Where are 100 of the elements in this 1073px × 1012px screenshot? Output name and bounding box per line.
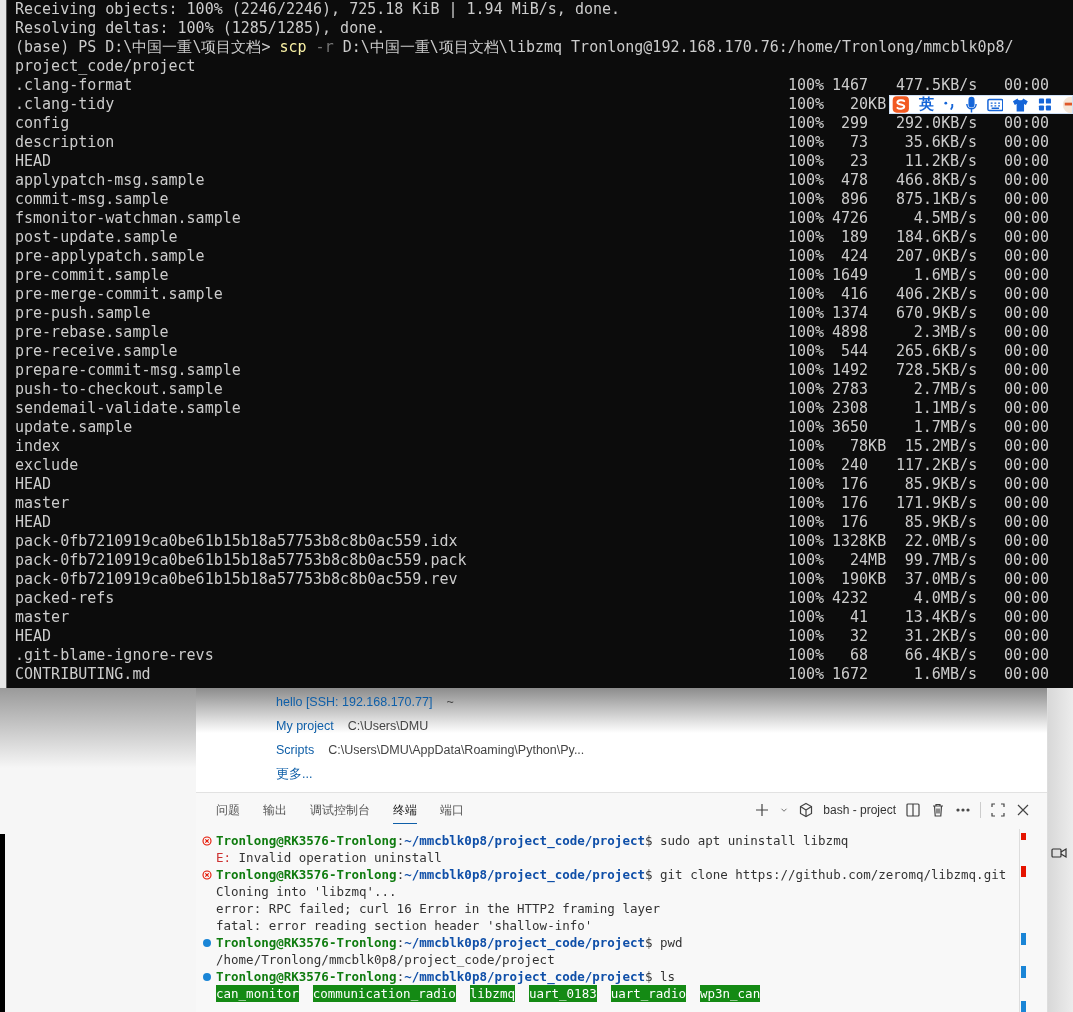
split-icon[interactable] — [905, 802, 921, 818]
transfer-speed: 4.0MB/s — [912, 589, 977, 608]
transfer-time: 00:00 — [1004, 152, 1051, 171]
close-icon[interactable] — [1015, 802, 1031, 818]
progress-percent: 100% — [788, 209, 826, 228]
maximize-icon[interactable] — [990, 802, 1006, 818]
plus-icon[interactable] — [754, 802, 771, 818]
file-name: fsmonitor-watchman.sample — [15, 209, 242, 228]
progress-percent: 100% — [788, 95, 826, 114]
file-name: .git-blame-ignore-revs — [15, 646, 215, 665]
file-size: 189 — [840, 228, 870, 247]
file-name: CONTRIBUTING.md — [15, 665, 152, 684]
transfer-speed: 184.6KB/s — [896, 228, 977, 247]
transfer-time: 00:00 — [1004, 228, 1051, 247]
file-name: pre-receive.sample — [15, 342, 179, 361]
transfer-time: 00:00 — [1004, 247, 1051, 266]
transfer-speed: 207.0KB/s — [896, 247, 977, 266]
transfer-time: 00:00 — [1004, 209, 1051, 228]
terminal-text: $ pwd — [645, 934, 683, 951]
terminal-text: Receiving objects: 100% (2246/2246), 725.18 KiB | 1.94 MiB/s, done. — [15, 0, 621, 18]
more-link[interactable]: 更多... — [276, 766, 313, 783]
progress-percent: 100% — [788, 247, 826, 266]
file-size: 176 — [840, 513, 870, 532]
terminal-text: /home/Tronlong/mmcblk0p8/project_code/project — [216, 951, 555, 968]
trash-icon[interactable] — [930, 802, 946, 818]
terminal-text: ~/mmcblk0p8/project_code/project — [404, 832, 645, 849]
panel-tab[interactable]: 输出 — [263, 796, 287, 824]
terminal-name[interactable]: bash - project — [823, 803, 896, 817]
transfer-speed: 15.2MB/s — [903, 437, 977, 456]
transfer-time: 00:00 — [1004, 171, 1051, 190]
file-name: pre-commit.sample — [15, 266, 170, 285]
directory-name: libzmq — [469, 985, 515, 1002]
file-size: 896 — [840, 190, 870, 209]
transfer-speed: 265.6KB/s — [896, 342, 977, 361]
microphone-icon[interactable] — [964, 95, 978, 114]
error-icon[interactable] — [202, 869, 212, 880]
directory-name: communication_radio — [312, 985, 456, 1002]
transfer-speed: 728.5KB/s — [896, 361, 977, 380]
file-size: 32 — [849, 627, 870, 646]
transfer-speed: 466.8KB/s — [896, 171, 977, 190]
transfer-time: 00:00 — [1004, 532, 1051, 551]
video-camera-icon[interactable] — [1051, 846, 1067, 860]
progress-percent: 100% — [788, 304, 826, 323]
transfer-time: 00:00 — [1004, 665, 1051, 684]
file-size: 478 — [840, 171, 870, 190]
file-name: push-to-checkout.sample — [15, 380, 224, 399]
transfer-speed: 31.2KB/s — [903, 627, 977, 646]
panel-tab[interactable]: 终端 — [393, 796, 417, 824]
file-size: 1467 — [832, 76, 870, 95]
transfer-time: 00:00 — [1004, 380, 1051, 399]
file-name: prepare-commit-msg.sample — [15, 361, 242, 380]
progress-percent: 100% — [788, 608, 826, 627]
file-name: master — [15, 608, 71, 627]
terminal-text: E: — [216, 849, 232, 866]
input-mode[interactable]: 英 — [918, 95, 934, 114]
progress-percent: 100% — [788, 76, 826, 95]
terminal-text: project_code/project — [15, 57, 196, 75]
transfer-time: 00:00 — [1004, 323, 1051, 342]
file-size: 41 — [849, 608, 870, 627]
panel-tab[interactable]: 调试控制台 — [310, 796, 370, 824]
file-name: pack-0fb7210919ca0be61b15b18a57753b8c8b0ac559.rev — [15, 570, 459, 589]
transfer-speed: 1.6MB/s — [912, 665, 977, 684]
terminal-text: : — [396, 968, 405, 984]
progress-percent: 100% — [788, 342, 826, 361]
shirt-icon[interactable] — [1012, 96, 1029, 113]
terminal-text: Resolving deltas: 100% (1285/1285), done. — [15, 19, 386, 37]
transfer-time: 00:00 — [1004, 76, 1051, 95]
file-size: 4232 — [832, 589, 870, 608]
terminal-text: fatal: error reading section header 'shallow-info' — [216, 917, 593, 934]
file-size: 1672 — [832, 665, 870, 684]
file-name: commit-msg.sample — [15, 190, 170, 209]
transfer-speed: 37.0MB/s — [903, 570, 977, 589]
keyboard-icon[interactable] — [986, 97, 1004, 112]
error-icon[interactable] — [202, 835, 212, 846]
recent-link[interactable]: Scripts — [276, 742, 315, 759]
file-name: pre-rebase.sample — [15, 323, 170, 342]
transfer-time: 00:00 — [1004, 494, 1051, 513]
progress-percent: 100% — [788, 475, 826, 494]
dot-icon[interactable] — [202, 937, 212, 948]
terminal-text: : — [396, 832, 405, 848]
grid-icon[interactable] — [1037, 97, 1052, 112]
progress-percent: 100% — [788, 114, 826, 133]
file-size: 176 — [840, 475, 870, 494]
transfer-time: 00:00 — [1004, 361, 1051, 380]
file-size: 20KB — [849, 95, 888, 114]
panel-tab[interactable]: 问题 — [216, 796, 240, 824]
transfer-speed: 292.0KB/s — [896, 114, 977, 133]
panel-tab[interactable]: 端口 — [440, 796, 464, 824]
transfer-speed: 670.9KB/s — [896, 304, 977, 323]
progress-percent: 100% — [788, 551, 826, 570]
sogou-logo-icon[interactable] — [892, 95, 910, 114]
file-name: pre-merge-commit.sample — [15, 285, 224, 304]
dot-icon[interactable] — [202, 971, 212, 982]
recent-link[interactable]: My project — [276, 718, 334, 735]
transfer-speed: 4.5MB/s — [912, 209, 977, 228]
terminal-text: Cloning into 'libzmq'... — [216, 883, 397, 900]
file-size: 544 — [840, 342, 870, 361]
terminal-text: $ ls — [645, 968, 676, 985]
directory-name: can_monitor — [216, 985, 299, 1002]
directory-name: uart_0183 — [528, 985, 597, 1002]
